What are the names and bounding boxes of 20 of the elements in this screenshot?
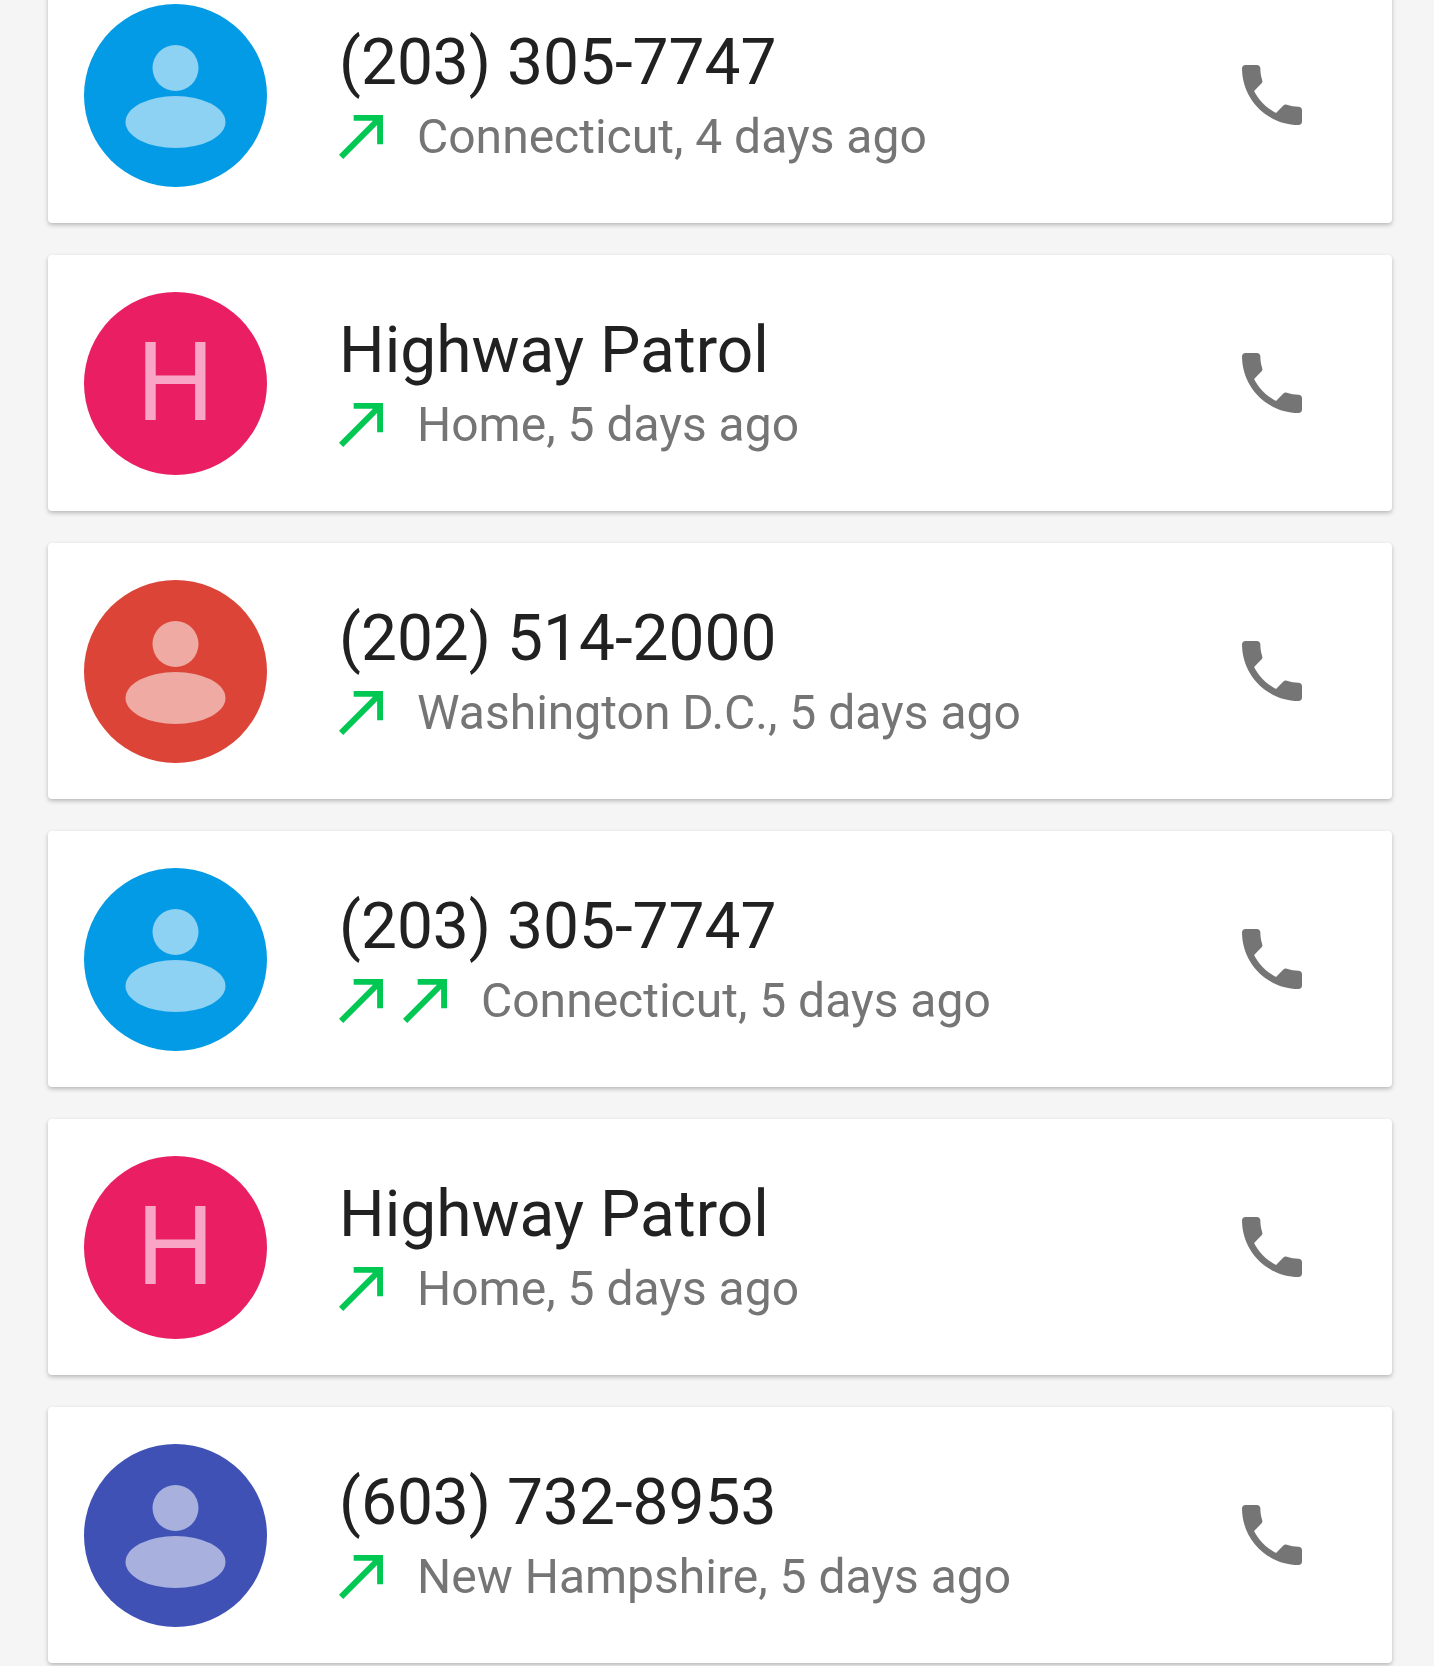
caller-name: (203) 305-7747	[339, 25, 778, 101]
caller-name: Highway Patrol	[339, 1177, 770, 1253]
call-log-card[interactable]: (202) 514-2000 Washington D.C., 5 days ago	[48, 543, 1392, 799]
call-details: Home, 5 days ago	[417, 397, 800, 453]
call-log-card[interactable]: (603) 732-8953 New Hampshire, 5 days ago	[48, 1407, 1392, 1663]
caller-name: Highway Patrol	[339, 313, 770, 389]
caller-name: (202) 514-2000	[339, 601, 778, 677]
call-details: Washington D.C., 5 days ago	[417, 685, 1021, 741]
caller-name: (603) 732-8953	[339, 1465, 778, 1541]
call-log-card[interactable]: H Highway Patrol Home, 5 days ago	[48, 255, 1392, 511]
call-details: Connecticut, 5 days ago	[481, 973, 991, 1029]
call-log-card[interactable]: (203) 305-7747 Connecticut, 5 days ago	[48, 831, 1392, 1087]
call-details: New Hampshire, 5 days ago	[417, 1549, 1012, 1605]
call-log-card[interactable]: H Highway Patrol Home, 5 days ago	[48, 1119, 1392, 1375]
caller-name: (203) 305-7747	[339, 889, 778, 965]
call-log-card[interactable]: (203) 305-7747 Connecticut, 4 days ago	[48, 0, 1392, 223]
letter-avatar: H	[84, 1155, 267, 1339]
call-details: Connecticut, 4 days ago	[417, 109, 927, 165]
call-details: Home, 5 days ago	[417, 1261, 800, 1317]
letter-avatar: H	[84, 291, 267, 475]
